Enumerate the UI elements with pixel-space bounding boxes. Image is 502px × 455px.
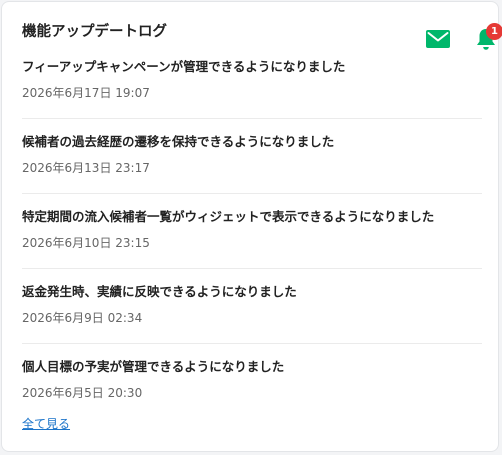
update-title: 個人目標の予実が管理できるようになりました [22,359,285,374]
update-list: フィーアップキャンペーンが管理できるようになりました 2026年6月17日 19… [22,44,482,419]
update-log-card: 機能アップデートログ 1 フィーアップキャンペーンが管理できるようになりました … [1,1,502,452]
list-item[interactable]: 候補者の過去経歴の遷移を保持できるようになりました 2026年6月13日 23:… [22,119,482,194]
panel-title: 機能アップデートログ [22,24,167,40]
list-item[interactable]: 返金発生時、実績に反映できるようになりました 2026年6月9日 02:34 [22,269,482,344]
see-all-link[interactable]: 全て見る [22,416,70,432]
update-title: フィーアップキャンペーンが管理できるようになりました [22,59,346,74]
update-title: 特定期間の流入候補者一覧がウィジェットで表示できるようになりました [22,209,435,224]
update-date: 2026年6月10日 23:15 [22,236,150,250]
update-date: 2026年6月17日 19:07 [22,86,150,100]
list-item[interactable]: 特定期間の流入候補者一覧がウィジェットで表示できるようになりました 2026年6… [22,194,482,269]
notification-badge: 1 [486,23,502,40]
update-date: 2026年6月5日 20:30 [22,386,143,400]
update-date: 2026年6月9日 02:34 [22,311,143,325]
update-title: 返金発生時、実績に反映できるようになりました [22,284,297,299]
update-date: 2026年6月13日 23:17 [22,161,150,175]
list-item[interactable]: フィーアップキャンペーンが管理できるようになりました 2026年6月17日 19… [22,44,482,119]
list-item[interactable]: 個人目標の予実が管理できるようになりました 2026年6月5日 20:30 [22,344,482,419]
update-title: 候補者の過去経歴の遷移を保持できるようになりました [22,134,335,149]
